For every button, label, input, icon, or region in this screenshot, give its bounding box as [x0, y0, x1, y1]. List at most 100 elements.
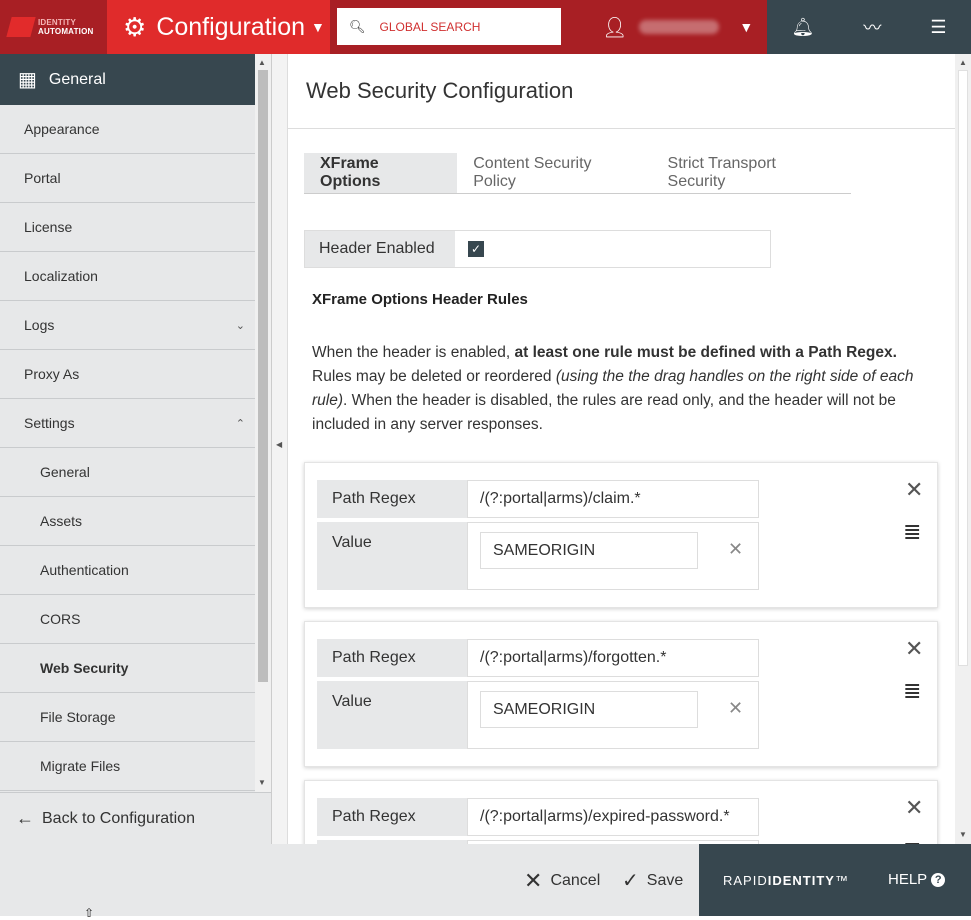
sidebar-item-web-security[interactable]: Web Security [0, 644, 255, 693]
sidebar-collapse-handle[interactable]: ◀ [272, 54, 288, 844]
rules-title: XFrame Options Header Rules [312, 291, 528, 308]
scroll-down-arrow-icon[interactable]: ▼ [959, 830, 967, 839]
path-regex-input[interactable]: /(?:portal|arms)/expired-password.* [467, 798, 759, 836]
path-regex-label: Path Regex [332, 490, 416, 507]
sidebar-item-logs[interactable]: Logs ⌄ [0, 301, 255, 350]
drag-handle-icon[interactable]: ≣ [903, 678, 921, 704]
path-regex-row: Path Regex /(?:portal|arms)/forgotten.* [317, 639, 759, 677]
logo-line-1: IDENTITY [38, 18, 77, 27]
checkmark-icon: ✓ [622, 870, 639, 892]
chevron-down-icon: ▼ [739, 19, 754, 35]
sidebar-item-migrate-files[interactable]: Migrate Files [0, 742, 255, 791]
arrow-left-icon: ← [16, 808, 34, 828]
delete-rule-icon[interactable]: ✕ [905, 795, 923, 821]
question-icon: ? [931, 872, 946, 887]
gear-icon: ⚙ [123, 12, 147, 42]
tab-bar: XFrame Options Content Security Policy S… [304, 153, 851, 194]
drag-handle-icon[interactable]: ≣ [903, 519, 921, 545]
mouse-cursor-icon: ⇧ [84, 906, 95, 920]
delete-rule-icon[interactable]: ✕ [905, 477, 923, 503]
sidebar-section-header: ▦ General [0, 54, 255, 105]
sidebar-item-assets[interactable]: Assets [0, 497, 255, 546]
logo-line-2: AUTOMATION [38, 27, 94, 36]
right-nav: 🔔︎ 〰 ☰ [767, 0, 971, 54]
tab-content-security-policy[interactable]: Content Security Policy [457, 153, 651, 193]
tab-xframe-options[interactable]: XFrame Options [304, 153, 458, 193]
rules-description: When the header is enabled, at least one… [312, 344, 914, 433]
company-logo[interactable]: IDENTITY AUTOMATION [0, 0, 107, 54]
rule-card: Path Regex /(?:portal|arms)/expired-pass… [304, 780, 938, 844]
header-enabled-label: Header Enabled [305, 231, 455, 267]
bell-icon[interactable]: 🔔︎ [792, 17, 815, 38]
tab-strict-transport-security[interactable]: Strict Transport Security [652, 153, 851, 193]
cancel-label: Cancel [550, 872, 601, 889]
sidebar-item-appearance[interactable]: Appearance [0, 105, 255, 154]
sidebar-list: Appearance Portal License Localization L… [0, 105, 255, 791]
back-label: Back to Configuration [42, 809, 195, 827]
scroll-down-arrow-icon[interactable]: ▼ [258, 778, 266, 787]
path-regex-row: Path Regex /(?:portal|arms)/claim.* [317, 480, 759, 518]
value-input[interactable]: SAMEORIGIN [480, 532, 698, 569]
path-regex-label: Path Regex [332, 649, 416, 666]
value-row: Value SAMEORIGIN ✕ [317, 522, 759, 590]
user-icon: 👤︎ [602, 16, 628, 39]
drag-handle-icon[interactable]: ≣ [903, 837, 921, 844]
rule-card: Path Regex /(?:portal|arms)/forgotten.* … [304, 621, 938, 767]
sidebar-item-localization[interactable]: Localization [0, 252, 255, 301]
clear-value-icon[interactable]: ✕ [728, 539, 743, 560]
back-to-configuration-link[interactable]: ← Back to Configuration [0, 792, 271, 844]
header-enabled-checkbox[interactable]: ✓ [468, 241, 484, 257]
scroll-up-arrow-icon[interactable]: ▲ [258, 58, 266, 67]
value-label: Value [332, 693, 372, 710]
global-search-input[interactable]: 🔍︎ GLOBAL SEARCH [337, 8, 561, 45]
sidebar-scroll-thumb[interactable] [258, 70, 268, 682]
scroll-up-arrow-icon[interactable]: ▲ [959, 58, 967, 67]
search-icon: 🔍︎ [349, 18, 366, 34]
app-title: Configuration [156, 12, 306, 41]
logo-mark-icon [6, 17, 36, 37]
value-row: Value SAMEORIGIN ✕ [317, 681, 759, 749]
caret-left-icon: ◀ [276, 440, 283, 449]
sidebar-item-file-storage[interactable]: File Storage [0, 693, 255, 742]
value-label: Value [332, 534, 372, 551]
value-input[interactable]: SAMEORIGIN [480, 691, 698, 728]
chevron-up-icon: ⌃ [235, 417, 245, 430]
sidebar-item-settings-general[interactable]: General [0, 448, 255, 497]
chevron-down-icon: ▼ [311, 19, 325, 35]
search-placeholder: GLOBAL SEARCH [379, 19, 481, 34]
rule-card: Path Regex /(?:portal|arms)/claim.* Valu… [304, 462, 938, 608]
path-regex-input[interactable]: /(?:portal|arms)/forgotten.* [467, 639, 759, 677]
path-regex-label: Path Regex [332, 808, 416, 825]
list-menu-icon[interactable]: ☰ [930, 17, 946, 38]
dashboard-grid-icon: ▦ [18, 69, 37, 91]
sidebar-item-proxy-as[interactable]: Proxy As [0, 350, 255, 399]
activity-chart-icon[interactable]: 〰 [863, 14, 881, 40]
save-button[interactable]: ✓ Save [622, 868, 683, 893]
header-enabled-field: Header Enabled ✓ [304, 230, 771, 268]
cancel-button[interactable]: ✕ Cancel [524, 868, 600, 894]
product-logo: RAPIDIDENTITY™ [723, 873, 849, 888]
path-regex-input[interactable]: /(?:portal|arms)/claim.* [467, 480, 759, 518]
close-icon: ✕ [524, 868, 543, 893]
sidebar-item-license[interactable]: License [0, 203, 255, 252]
sidebar-item-portal[interactable]: Portal [0, 154, 255, 203]
main-scroll-thumb[interactable] [958, 70, 968, 666]
help-button[interactable]: HELP? [888, 871, 946, 888]
sidebar: ▦ General Appearance Portal License Loca… [0, 54, 272, 844]
sidebar-section-title: General [48, 70, 106, 88]
footer-bar: ✕ Cancel ✓ Save RAPIDIDENTITY™ HELP? [0, 844, 971, 916]
user-menu-button[interactable]: 👤︎ ▼ [590, 0, 767, 54]
clear-value-icon[interactable]: ✕ [728, 698, 743, 719]
main-scrollbar[interactable]: ▲ ▼ [955, 54, 971, 844]
save-label: Save [646, 871, 684, 889]
path-regex-row: Path Regex /(?:portal|arms)/expired-pass… [317, 798, 759, 836]
main-content: Web Security Configuration XFrame Option… [288, 54, 955, 844]
delete-rule-icon[interactable]: ✕ [905, 636, 923, 662]
sidebar-item-settings[interactable]: Settings ⌃ [0, 399, 255, 448]
sidebar-item-authentication[interactable]: Authentication [0, 546, 255, 595]
chevron-down-icon: ⌄ [235, 319, 245, 332]
user-name-blurred [639, 20, 720, 34]
sidebar-item-cors[interactable]: CORS [0, 595, 255, 644]
brand-bar: RAPIDIDENTITY™ HELP? [699, 844, 971, 916]
app-menu-button[interactable]: ⚙ Configuration ▼ [107, 0, 330, 54]
